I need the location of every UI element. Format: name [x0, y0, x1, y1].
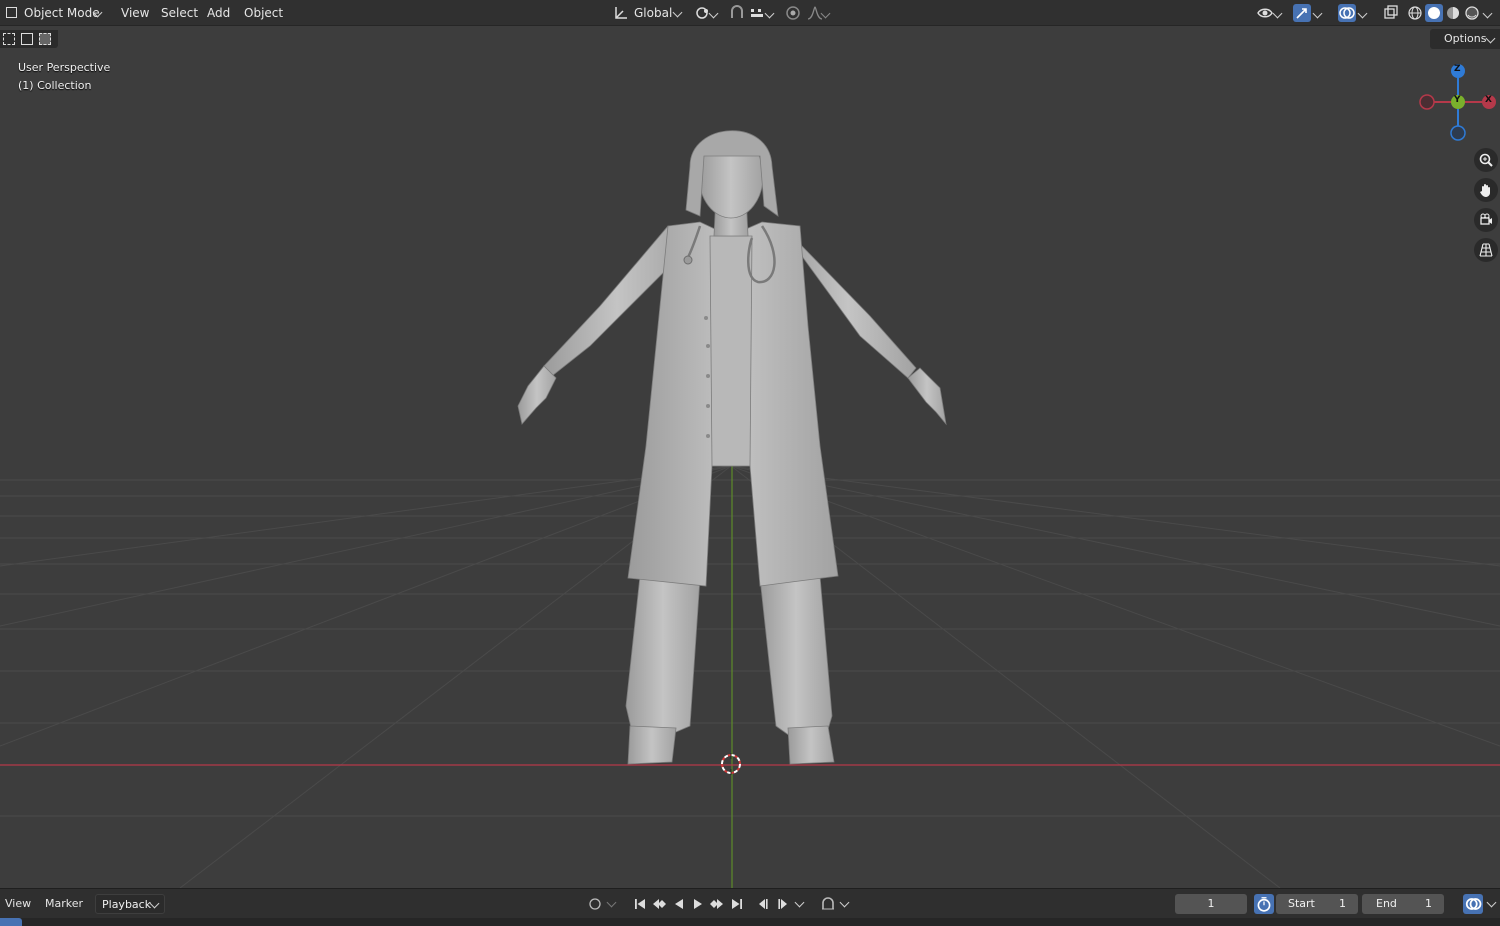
chevron-down-icon[interactable] [1312, 8, 1323, 19]
chevron-down-icon[interactable] [794, 897, 805, 908]
chevron-down-icon[interactable] [764, 8, 775, 19]
chevron-down-icon[interactable] [1272, 8, 1283, 19]
menu-add[interactable]: Add [207, 3, 230, 23]
gizmo-z-label: Z [1454, 64, 1461, 74]
end-label: End [1376, 897, 1397, 910]
orientation-icon [612, 4, 630, 22]
start-label: Start [1288, 897, 1315, 910]
playback-dropdown[interactable]: Playback [95, 894, 165, 914]
orientation-label: Global [634, 6, 673, 20]
current-frame-field[interactable]: 1 [1175, 894, 1247, 914]
gizmo-toggle-icon[interactable] [1293, 4, 1311, 22]
end-frame-field[interactable]: End 1 [1362, 894, 1444, 914]
timeline-header: View Marker Playback 1 Start 1 End 1 [0, 888, 1500, 918]
options-dropdown[interactable]: Options [1430, 29, 1500, 49]
solid-shading-icon[interactable] [1425, 4, 1443, 22]
options-label: Options [1444, 32, 1487, 45]
gizmo-y-label: Y [1454, 95, 1461, 105]
chevron-down-icon[interactable] [1357, 8, 1368, 19]
select-extend-icon[interactable] [21, 33, 33, 45]
mode-label: Object Mode [24, 6, 100, 20]
select-subtract-icon[interactable] [39, 33, 51, 45]
start-value: 1 [1339, 897, 1346, 910]
3d-viewport[interactable]: User Perspective (1) Collection Options … [0, 26, 1500, 888]
auto-keying-icon[interactable] [587, 896, 603, 912]
timeline-ruler[interactable] [0, 918, 1500, 926]
chevron-down-icon[interactable] [839, 897, 850, 908]
rendered-shading-icon[interactable] [1463, 4, 1481, 22]
wireframe-shading-icon[interactable] [1406, 4, 1424, 22]
view-name-label: User Perspective [18, 61, 111, 74]
start-frame-field[interactable]: Start 1 [1276, 894, 1358, 914]
xray-toggle-icon[interactable] [1382, 4, 1400, 22]
3d-cursor[interactable] [718, 751, 744, 777]
viewport-header: Object Mode View Select Add Object Globa… [0, 0, 1500, 26]
current-frame-value: 1 [1207, 897, 1215, 910]
preview-range-icon[interactable] [1254, 894, 1274, 914]
jump-to-end-icon[interactable] [729, 896, 745, 912]
playback-label: Playback [102, 898, 152, 911]
chevron-down-icon [672, 7, 683, 18]
transform-orientation-dropdown[interactable]: Global [610, 3, 688, 23]
end-value: 1 [1425, 897, 1432, 910]
timeline-menu-marker[interactable]: Marker [45, 895, 83, 913]
snap-icon[interactable] [728, 4, 746, 22]
zoom-button[interactable] [1474, 148, 1498, 172]
select-new-icon[interactable] [3, 33, 15, 45]
chevron-down-icon[interactable] [606, 897, 617, 908]
play-icon[interactable] [690, 896, 706, 912]
hand-icon [1480, 184, 1490, 197]
keying-set-icon[interactable] [820, 896, 836, 912]
collection-label: (1) Collection [18, 79, 92, 92]
playhead-marker[interactable] [0, 918, 22, 926]
jump-to-start-icon[interactable] [632, 896, 648, 912]
zoom-icon [1479, 153, 1493, 167]
proportional-editing-icon[interactable] [784, 4, 802, 22]
chevron-down-icon [1485, 33, 1496, 44]
timeline-overlay-icon[interactable] [1463, 894, 1483, 914]
material-shading-icon[interactable] [1444, 4, 1462, 22]
gizmo-x-label: X [1485, 95, 1492, 105]
jump-to-keyframe-prev-icon[interactable] [651, 896, 667, 912]
play-reverse-icon[interactable] [671, 896, 687, 912]
object-mode-icon [6, 7, 17, 18]
camera-view-button[interactable] [1474, 208, 1498, 232]
chevron-down-icon[interactable] [1486, 897, 1497, 908]
timeline-menu-view[interactable]: View [5, 895, 31, 913]
prev-keyframe-icon[interactable] [755, 896, 771, 912]
pan-button[interactable] [1474, 178, 1498, 202]
menu-view[interactable]: View [121, 3, 149, 23]
overlays-toggle-icon[interactable] [1338, 4, 1356, 22]
mode-dropdown[interactable]: Object Mode [2, 3, 108, 23]
jump-to-keyframe-next-icon[interactable] [709, 896, 725, 912]
perspective-toggle-button[interactable] [1474, 238, 1498, 262]
character-model[interactable] [0, 26, 1500, 888]
next-keyframe-icon[interactable] [775, 896, 791, 912]
chevron-down-icon[interactable] [1482, 8, 1493, 19]
menu-object[interactable]: Object [244, 3, 283, 23]
camera-icon [1480, 213, 1492, 225]
grid-perspective-icon [1479, 243, 1493, 257]
select-mode-toolbar [0, 30, 58, 48]
menu-select[interactable]: Select [161, 3, 198, 23]
navigation-gizmo[interactable]: Z Y X [1410, 56, 1500, 146]
